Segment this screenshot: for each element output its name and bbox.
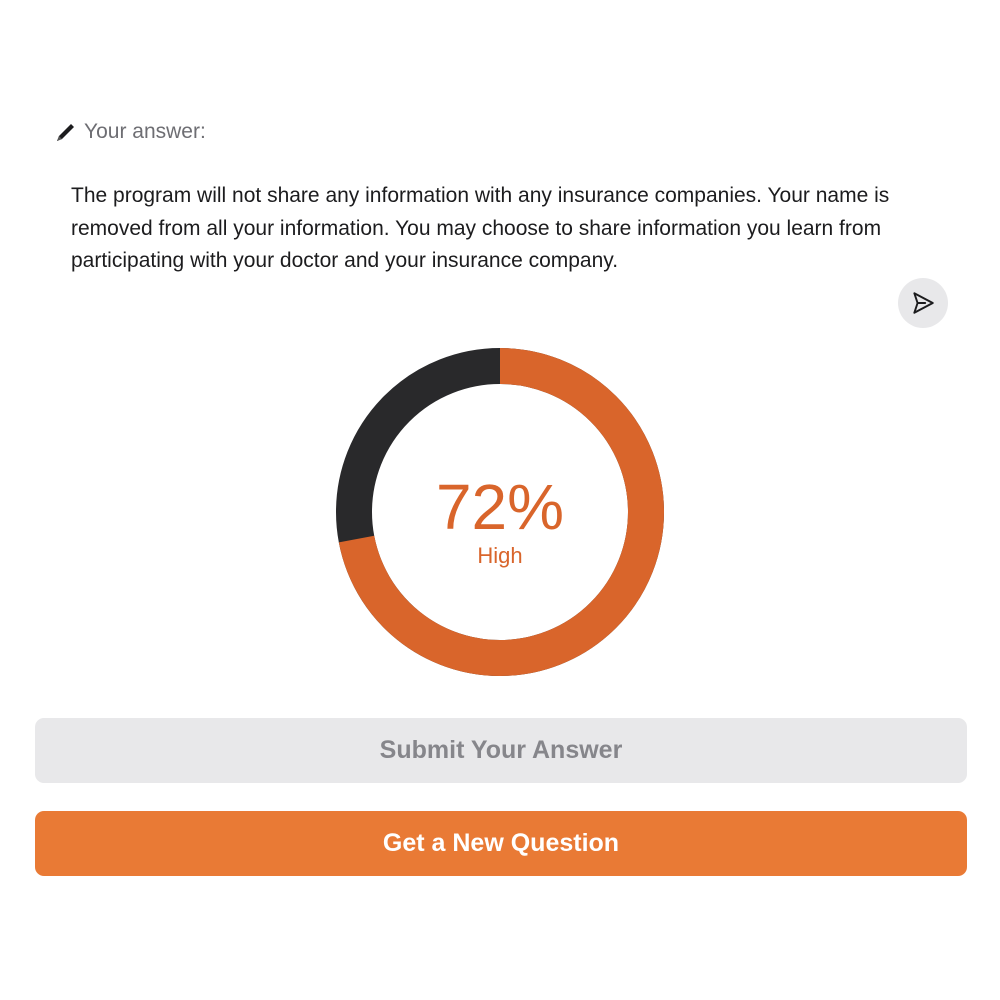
score-level: High	[477, 543, 523, 568]
score-gauge: 72% High	[335, 347, 665, 677]
answer-text: The program will not share any informati…	[71, 184, 890, 272]
send-button[interactable]	[898, 278, 948, 328]
answer-label: Your answer:	[54, 120, 206, 144]
answer-label-text: Your answer:	[84, 120, 206, 143]
new-question-button[interactable]: Get a New Question	[35, 811, 967, 876]
pen-icon	[54, 120, 78, 144]
send-icon	[910, 290, 936, 316]
score-percent: 72%	[435, 471, 565, 543]
submit-answer-button[interactable]: Submit Your Answer	[35, 718, 967, 783]
